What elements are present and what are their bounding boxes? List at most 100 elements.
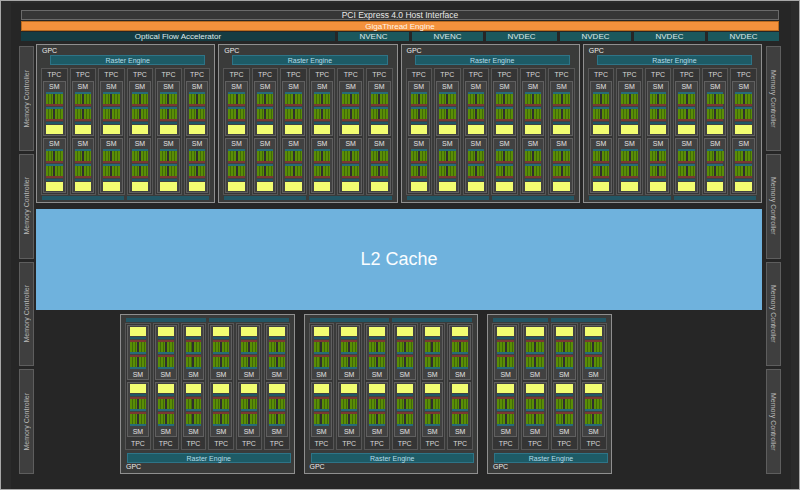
sm-core-half — [585, 414, 593, 424]
sm-scheduler-strip — [269, 424, 285, 426]
tpc-label: TPC — [493, 438, 518, 449]
tpc: TPCSMSM — [492, 323, 519, 450]
sm-subpartition — [678, 92, 695, 106]
sm-scheduler-strip — [241, 424, 257, 426]
sm-loadstore-strip — [314, 161, 331, 163]
sm-subpartition — [411, 107, 428, 121]
sm-block: SM — [582, 382, 605, 437]
sm-subpartition — [213, 340, 229, 354]
sm-tex-strip — [314, 394, 330, 396]
sm-body — [128, 326, 148, 370]
sm-core-grid — [496, 94, 513, 104]
sm-subpartition — [452, 355, 468, 369]
sm-block: SM — [590, 138, 613, 193]
sm-subpartition — [439, 107, 456, 121]
sm-loadstore-strip — [496, 176, 513, 178]
memory-controller-label: Memory Controller — [770, 393, 777, 451]
sm-subpartition — [75, 149, 92, 163]
sm-tex-strip — [228, 122, 245, 124]
sm-scheduler-strip — [186, 424, 202, 426]
sm-core-half — [468, 151, 475, 161]
sm-core-half — [621, 109, 628, 119]
sm-block: SM — [394, 382, 416, 437]
sm-body — [283, 148, 304, 192]
sm-core-half — [132, 166, 139, 176]
gpc-bottom-bar — [492, 196, 574, 200]
tpc: TPCSMSM — [673, 68, 700, 195]
sm-core-grid — [425, 357, 441, 367]
sm-body — [369, 91, 390, 135]
sm-subpartition — [397, 340, 413, 354]
sm-subpartition — [525, 149, 542, 163]
sm-core-half — [323, 94, 330, 104]
sm-loadstore-strip — [678, 161, 695, 163]
sm-tex-strip — [735, 179, 752, 181]
sm-core-half — [352, 109, 359, 119]
sm-core-grid — [314, 94, 331, 104]
sm-subpartition — [132, 149, 149, 163]
sm-tex-strip — [397, 337, 413, 339]
sm-core-grid — [425, 414, 441, 424]
sm-loadstore-strip — [314, 119, 331, 121]
sm-core-half — [132, 109, 139, 119]
sm-l1-cache — [553, 182, 570, 191]
memory-controller-segment: Memory Controller — [19, 154, 34, 259]
sm-core-half — [241, 357, 248, 367]
sm-core-half — [132, 94, 139, 104]
sm-l1-cache — [452, 384, 468, 393]
sm-core-half — [341, 399, 348, 409]
sm-block: SM — [618, 138, 641, 193]
sm-tex-strip — [46, 122, 63, 124]
sm-core-half — [602, 109, 609, 119]
sm-subpartition — [241, 397, 257, 411]
sm-core-half — [323, 166, 330, 176]
sm-scheduler-strip — [213, 367, 229, 369]
sm-core-half — [525, 109, 532, 119]
sm-core-grid — [285, 166, 302, 176]
sm-l1-cache — [241, 384, 257, 393]
sm-subpartition — [650, 92, 667, 106]
sm-core-half — [378, 399, 385, 409]
sm-core-half — [433, 342, 440, 352]
tpc: TPCSMSM — [616, 68, 643, 195]
tpc: TPCSMSM — [580, 323, 607, 450]
memory-controller-label: Memory Controller — [770, 70, 777, 128]
sm-block: SM — [590, 81, 613, 136]
sm-scheduler-strip — [314, 409, 330, 411]
sm-body — [184, 383, 204, 427]
sm-core-grid — [213, 414, 229, 424]
sm-block: SM — [183, 325, 205, 380]
sm-block: SM — [449, 382, 471, 437]
sm-loadstore-strip — [496, 104, 513, 106]
sm-core-half — [585, 342, 593, 352]
sm-body — [583, 326, 604, 370]
sm-block: SM — [493, 138, 516, 193]
sm-l1-cache — [285, 125, 302, 134]
sm-block: SM — [155, 382, 177, 437]
sm-label: SM — [283, 82, 304, 91]
sm-body — [524, 383, 545, 427]
sm-subpartition — [186, 355, 202, 369]
sm-core-half — [688, 109, 695, 119]
raster-engine-bar: Raster Engine — [232, 55, 387, 65]
sm-subpartition — [425, 397, 441, 411]
sm-block: SM — [436, 81, 459, 136]
sm-core-grid — [186, 414, 202, 424]
sm-subpartition — [213, 355, 229, 369]
sm-tex-strip — [341, 337, 357, 339]
sm-subpartition — [314, 412, 330, 426]
sm-block: SM — [72, 138, 95, 193]
sm-subpartition — [397, 412, 413, 426]
sm-core-half — [420, 109, 427, 119]
tpc-label: TPC — [42, 69, 67, 80]
sm-core-half — [130, 399, 137, 409]
sm-core-grid — [213, 357, 229, 367]
sm-scheduler-strip — [556, 352, 573, 354]
sm-core-grid — [621, 109, 638, 119]
sm-body — [44, 91, 65, 135]
sm-tex-strip — [556, 394, 573, 396]
sm-core-half — [139, 342, 146, 352]
sm-core-half — [238, 151, 245, 161]
sm-loadstore-strip — [75, 161, 92, 163]
sm-core-half — [371, 151, 378, 161]
